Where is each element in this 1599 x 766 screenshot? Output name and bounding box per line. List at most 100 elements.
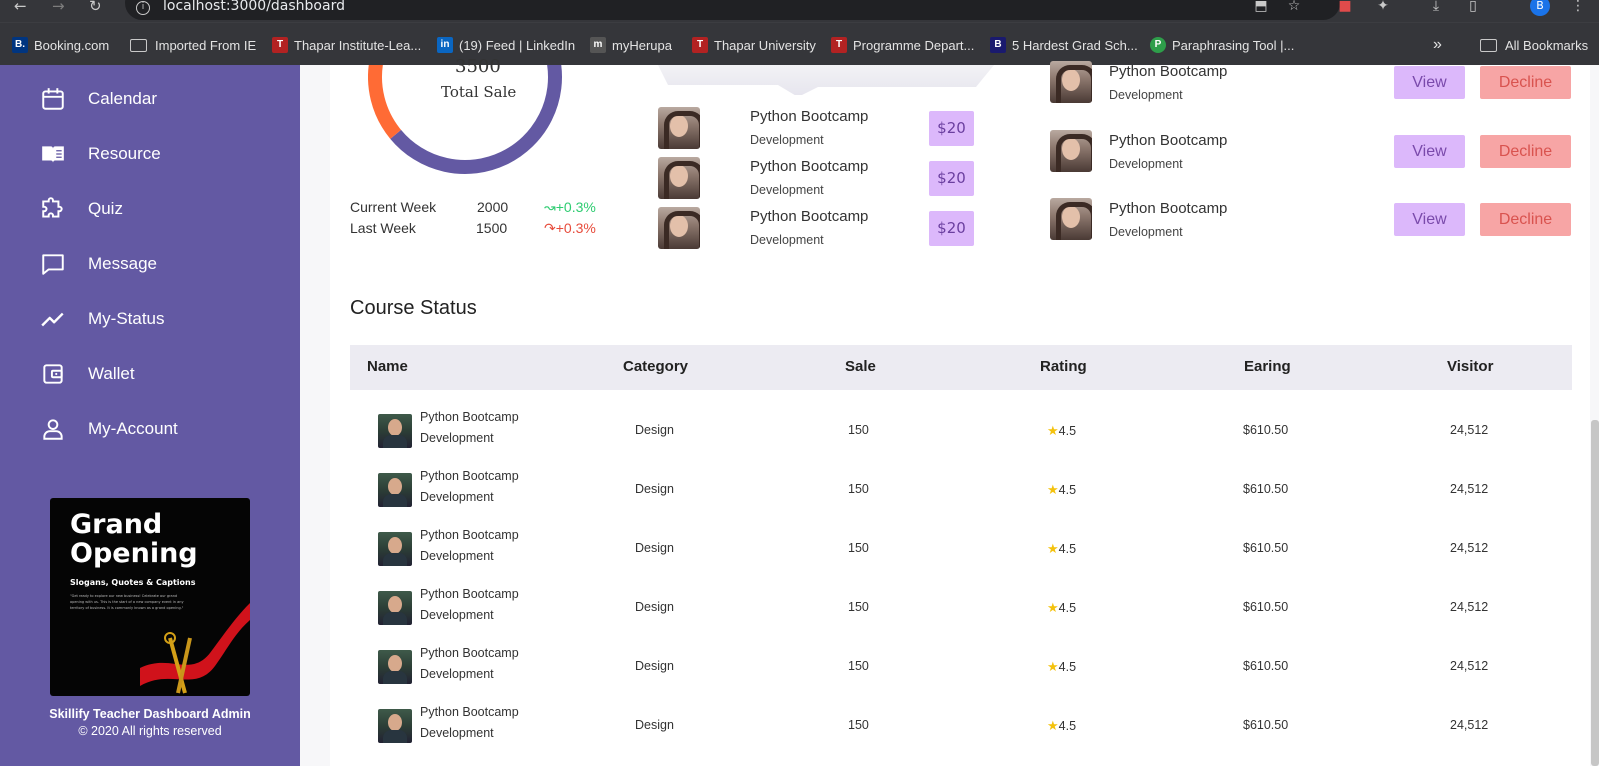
paraphrasing-icon: P	[1150, 37, 1166, 53]
column-header-earing[interactable]: Earing	[1244, 358, 1291, 375]
promo-subtitle: Slogans, Quotes & Captions	[70, 578, 196, 587]
course-price-badge: $20	[929, 211, 974, 246]
folder-icon	[130, 38, 147, 52]
puzzle-icon	[42, 197, 63, 218]
sidebar: Calendar Resource Quiz Message My-Status…	[0, 65, 300, 766]
sidebar-item-quiz[interactable]: Quiz	[40, 195, 123, 223]
star-icon: ★	[1047, 600, 1059, 615]
row-visitor: 24,512	[1450, 600, 1489, 614]
current-week-change: ↝+0.3%	[544, 199, 596, 215]
bookmarks-bar: B. Booking.com Imported From IE T Thapar…	[0, 22, 1599, 65]
sidebar-item-label: My-Status	[88, 309, 165, 328]
course-subtitle: Development	[750, 133, 824, 147]
bookmark-grad-schools[interactable]: B 5 Hardest Grad Sch...	[990, 35, 1138, 55]
view-button[interactable]: View	[1394, 135, 1465, 168]
column-header-rating[interactable]: Rating	[1040, 358, 1087, 375]
sidebar-item-my-account[interactable]: My-Account	[40, 415, 178, 443]
bookmark-programme[interactable]: T Programme Depart...	[831, 35, 974, 55]
extensions-puzzle-icon[interactable]: ✦	[1375, 0, 1391, 14]
programme-icon: T	[831, 37, 847, 53]
address-bar[interactable]: i localhost:3000/dashboard	[125, 0, 1340, 20]
bookmark-label: 5 Hardest Grad Sch...	[1012, 37, 1138, 53]
donut-segment-purple	[390, 65, 562, 174]
sidebar-item-wallet[interactable]: Wallet	[40, 360, 135, 388]
trend-up-icon: ↝	[544, 199, 556, 215]
extension-icon[interactable]: ■	[1337, 0, 1353, 14]
forward-icon[interactable]: →	[52, 0, 65, 14]
last-week-label: Last Week	[350, 220, 416, 236]
sidebar-item-resource[interactable]: Resource	[40, 140, 161, 168]
request-avatar	[1050, 198, 1092, 240]
bookmark-label: Paraphrasing Tool |...	[1172, 37, 1295, 53]
column-header-category[interactable]: Category	[623, 358, 688, 375]
decline-button[interactable]: Decline	[1480, 66, 1571, 99]
view-button[interactable]: View	[1394, 66, 1465, 99]
row-rating: ★4.5	[1047, 482, 1077, 497]
request-title: Python Bootcamp	[1109, 63, 1228, 80]
course-title: Python Bootcamp	[750, 208, 869, 225]
row-course-name: Python Bootcamp	[420, 587, 519, 601]
thapar-icon: T	[272, 37, 288, 53]
bookmark-imported-folder[interactable]: Imported From IE	[130, 35, 256, 55]
row-visitor: 24,512	[1450, 482, 1489, 496]
sidebar-item-calendar[interactable]: Calendar	[40, 85, 157, 113]
myherupa-icon: m	[590, 37, 606, 53]
site-info-icon[interactable]: i	[136, 1, 150, 15]
total-sale-label: Total Sale	[441, 83, 517, 101]
back-icon[interactable]: ←	[14, 0, 27, 14]
menu-kebab-icon[interactable]: ⋮	[1570, 0, 1586, 14]
donut-segment-orange	[368, 65, 402, 139]
footer-copyright: © 2020 All rights reserved	[78, 724, 222, 738]
all-bookmarks[interactable]: All Bookmarks	[1480, 35, 1588, 55]
star-icon: ★	[1047, 482, 1059, 497]
bookmark-label: Booking.com	[34, 37, 110, 53]
ribbon-scissors-image	[140, 603, 250, 694]
install-icon[interactable]: ⬒	[1253, 0, 1269, 14]
column-header-visitor[interactable]: Visitor	[1447, 358, 1493, 375]
sidebar-item-label: Resource	[88, 144, 161, 163]
bookmark-myherupa[interactable]: m myHerupa	[590, 35, 672, 55]
sidebar-item-label: Calendar	[88, 89, 157, 108]
bookmark-paraphrasing[interactable]: P Paraphrasing Tool |...	[1150, 35, 1294, 55]
reload-icon[interactable]: ↻	[89, 0, 102, 14]
message-icon	[42, 254, 64, 275]
sidebar-item-label: Wallet	[88, 364, 135, 383]
thapar-university-icon: T	[692, 37, 708, 53]
b-icon: B	[990, 37, 1006, 53]
sidebar-item-message[interactable]: Message	[40, 250, 157, 278]
bookmark-label: (19) Feed | LinkedIn	[459, 37, 576, 53]
sidebar-item-my-status[interactable]: My-Status	[40, 305, 165, 333]
bookmark-star-icon[interactable]: ☆	[1286, 0, 1302, 14]
column-header-name[interactable]: Name	[367, 358, 408, 375]
row-rating: ★4.5	[1047, 718, 1077, 733]
more-bookmarks-icon[interactable]: »	[1433, 35, 1442, 55]
download-icon[interactable]: ⤓	[1428, 0, 1444, 14]
course-title: Python Bootcamp	[750, 158, 869, 175]
promo-title: Grand Opening	[70, 509, 198, 569]
course-avatar	[658, 207, 700, 249]
row-visitor: 24,512	[1450, 659, 1489, 673]
view-button[interactable]: View	[1394, 203, 1465, 236]
row-visitor: 24,512	[1450, 541, 1489, 555]
profile-avatar[interactable]: B	[1530, 0, 1550, 16]
bookmark-thapar-university[interactable]: T Thapar University	[692, 35, 816, 55]
request-avatar	[1050, 130, 1092, 172]
course-avatar	[658, 107, 700, 149]
row-course-sub: Development	[420, 608, 494, 622]
bookmark-label: Imported From IE	[155, 37, 257, 53]
column-header-sale[interactable]: Sale	[845, 358, 876, 375]
row-sale: 150	[848, 482, 869, 496]
bookmark-thapar-institute[interactable]: T Thapar Institute-Lea...	[272, 35, 421, 55]
course-subtitle: Development	[750, 233, 824, 247]
decline-button[interactable]: Decline	[1480, 135, 1571, 168]
side-panel-icon[interactable]: ▯	[1465, 0, 1481, 14]
calendar-icon	[42, 88, 64, 110]
bookmark-linkedin[interactable]: in (19) Feed | LinkedIn	[437, 35, 575, 55]
trending-icon	[41, 312, 64, 327]
row-sale: 150	[848, 541, 869, 555]
decline-button[interactable]: Decline	[1480, 203, 1571, 236]
page-scrollbar[interactable]	[1591, 420, 1599, 766]
course-status-title: Course Status	[350, 297, 477, 319]
bookmark-booking[interactable]: B. Booking.com	[12, 35, 109, 55]
promo-banner[interactable]: Grand Opening Slogans, Quotes & Captions …	[50, 498, 250, 696]
